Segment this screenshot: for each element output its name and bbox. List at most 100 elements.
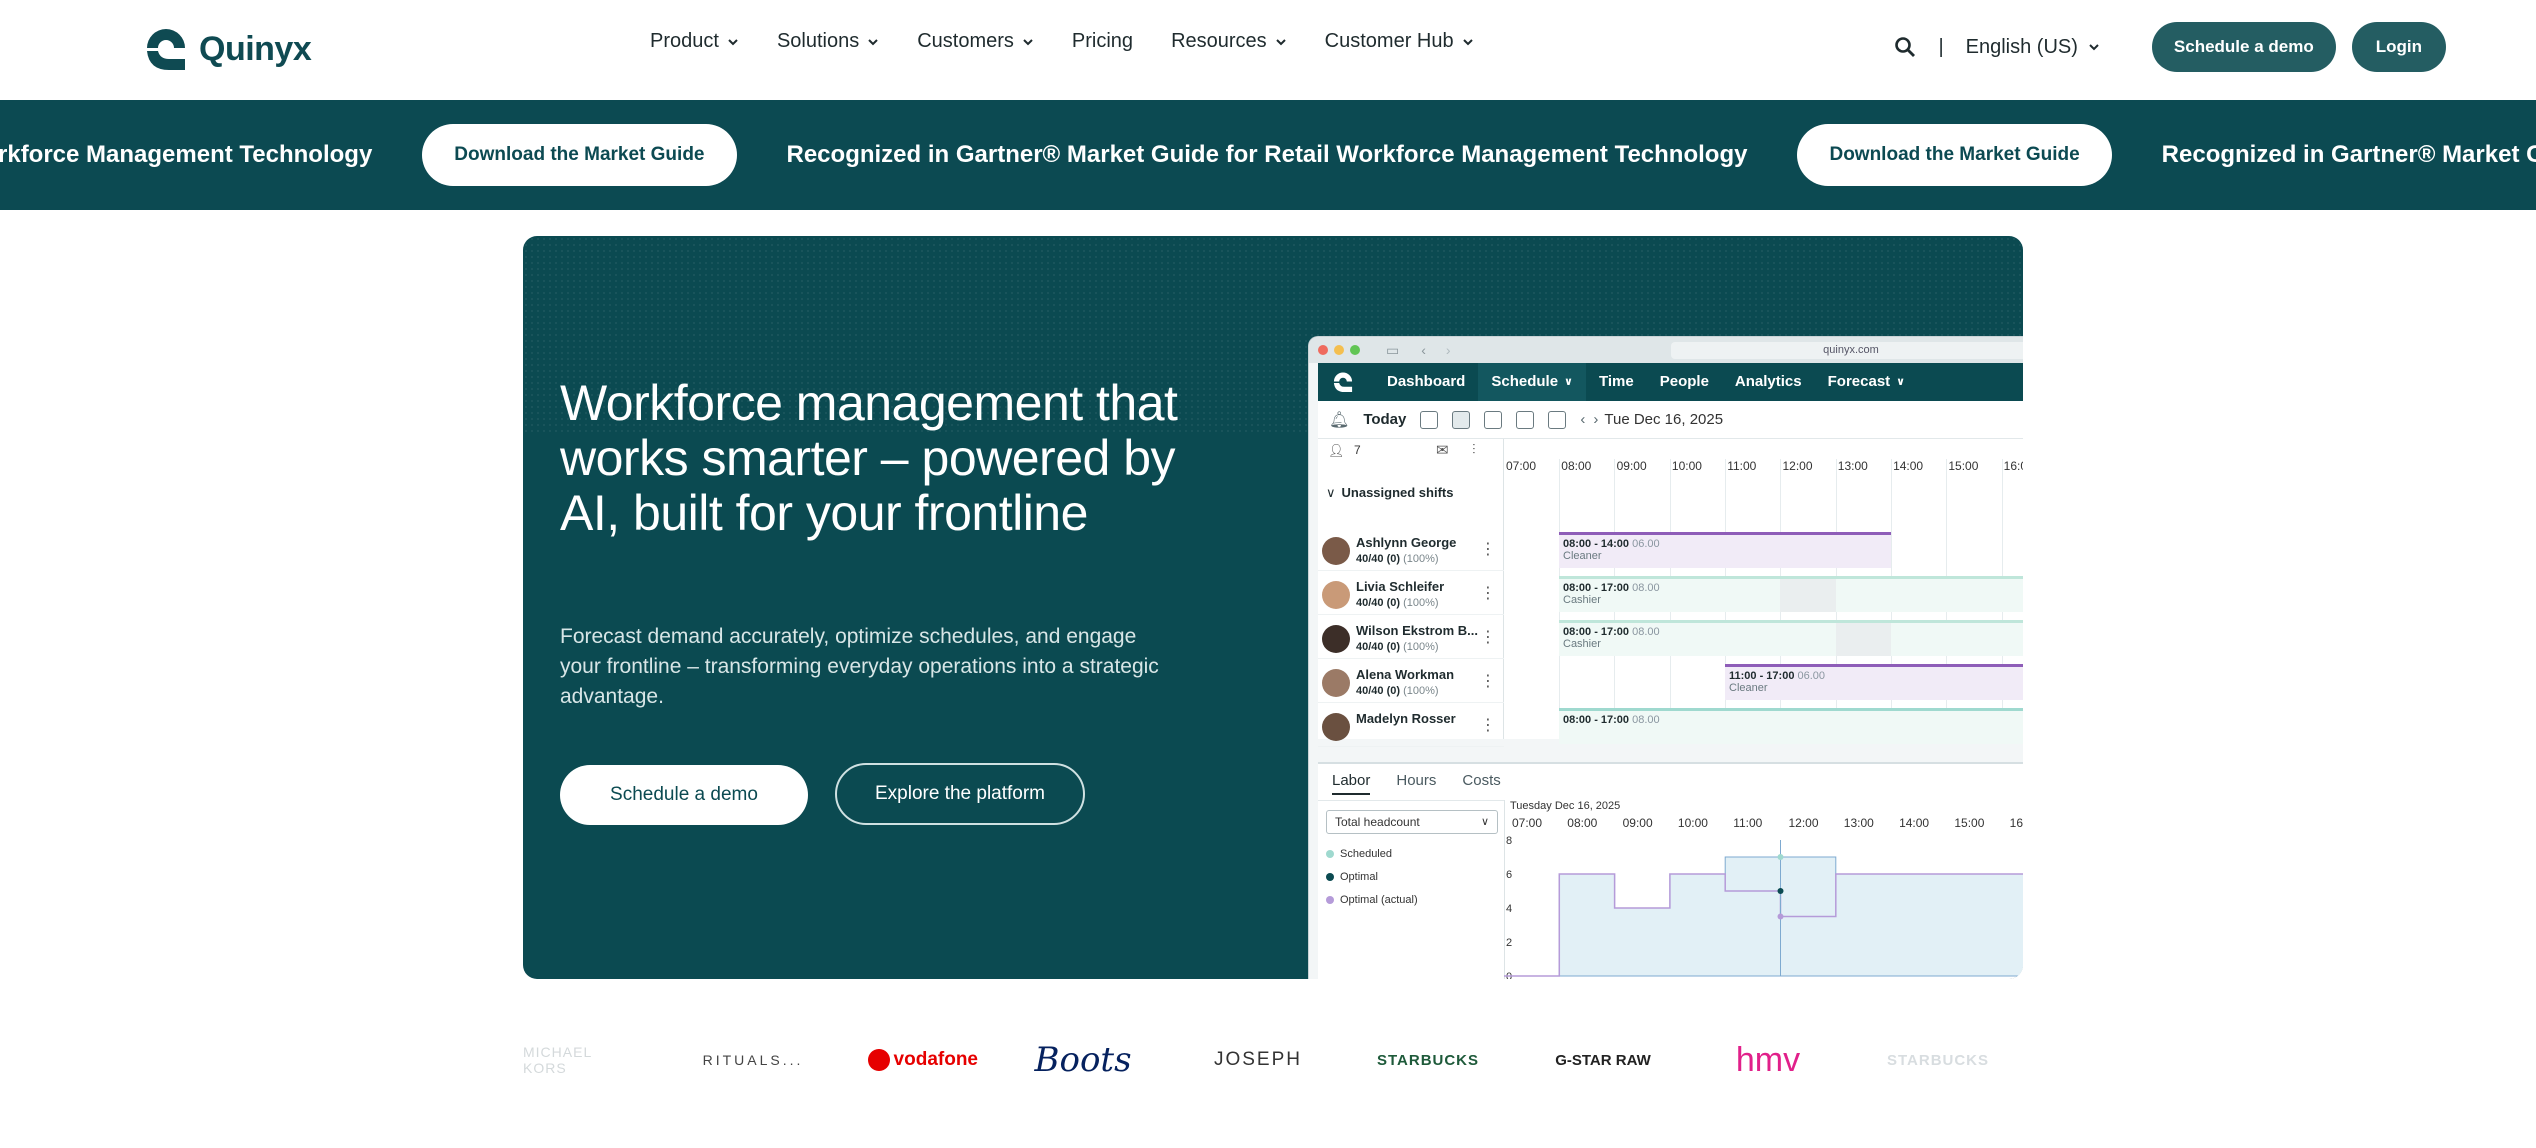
back-icon: ‹: [1421, 342, 1426, 358]
series-scheduled-area: [1504, 856, 2023, 977]
hour-label: 11:00: [1727, 459, 1757, 473]
schedule-grid: 👤︎ 7 ✉ ⫶ ∨ Unassigned shifts Ashlynn Geor…: [1318, 439, 2023, 747]
employee-hours-value: 40/40: [1356, 553, 1384, 565]
break-block: [1780, 579, 1836, 612]
hour-label: 13:00: [1837, 459, 1868, 473]
employee-hours-zero: (0): [1386, 553, 1401, 565]
brand-name: Quinyx: [199, 29, 312, 68]
shift-block: 08:00 - 14:00 06.00 Cleaner: [1559, 532, 1891, 568]
quinyx-logo-icon: [147, 29, 185, 70]
employee-name: Livia Schleifer: [1356, 579, 1445, 594]
search-icon[interactable]: [1894, 36, 1916, 58]
hour-label: 16:0: [2009, 816, 2023, 830]
employee-name: Wilson Ekstrom B...: [1356, 623, 1478, 638]
nav-label: Solutions: [776, 30, 860, 52]
select-value: Total headcount: [1335, 815, 1420, 829]
chart-hour-header: 07:00 08:00 09:00 10:00 11:00 12:00 13:0…: [1510, 816, 2023, 830]
current-date: Tue Dec 16, 2025: [1604, 411, 1724, 428]
shift-range: 08:00 - 14:00: [1563, 538, 1630, 550]
employee-hours-zero: (0): [1386, 641, 1401, 653]
quinyx-logo[interactable]: Quinyx: [143, 26, 312, 72]
chevron-down-icon: [728, 38, 738, 45]
break-block: [1836, 623, 1891, 656]
hour-label: 11:00: [1733, 816, 1763, 830]
logo-g-star-raw: G-STAR RAW: [1555, 1051, 1651, 1069]
app-tab-forecast: Forecast ∨: [1815, 363, 1918, 401]
download-market-guide-button[interactable]: Download the Market Guide: [1797, 124, 2112, 186]
tab-costs: Costs: [1462, 772, 1501, 789]
y-tick-label: 8: [1506, 835, 1512, 847]
shift-block: 08:00 - 17:00 08.00: [1559, 708, 2023, 744]
hour-label: 09:00: [1622, 816, 1653, 830]
logo-starbucks-faded: STARBUCKS: [1886, 1051, 1990, 1069]
download-market-guide-button[interactable]: Download the Market Guide: [422, 124, 737, 186]
tab-hours: Hours: [1396, 772, 1437, 789]
unassigned-label: Unassigned shifts: [1341, 485, 1454, 500]
view-period-icon: [1484, 410, 1503, 429]
tab-labor: Labor: [1332, 772, 1371, 795]
hour-label: 14:00: [1899, 816, 1930, 830]
employee-hours-value: 40/40: [1356, 597, 1384, 609]
view-day-icon: [1420, 410, 1439, 429]
explore-platform-cta[interactable]: Explore the platform: [835, 763, 1085, 825]
legend-label: Optimal (actual): [1340, 894, 1418, 906]
shift-duration: 08.00: [1632, 626, 1660, 638]
today-button: Today: [1363, 411, 1407, 428]
hover-point: [1777, 854, 1784, 860]
legend-item: Optimal (actual): [1326, 894, 1418, 906]
hour-label: 14:00: [1893, 459, 1924, 473]
announcement-banner: rkforce Management Technology Download t…: [0, 100, 2536, 210]
customer-logos: MICHAEL KORS RITUALS... vodafone Boots J…: [523, 1030, 2023, 1090]
labor-panel: Labor Hours Costs Total headcount ∨ Sched…: [1318, 762, 2023, 979]
logo-vodafone: vodafone: [868, 1030, 978, 1090]
legend-swatch: [1326, 896, 1334, 904]
chevron-down-icon: [1462, 38, 1473, 45]
hour-label: 15:00: [1948, 459, 1979, 473]
view-month-icon: [1516, 410, 1535, 429]
app-screenshot: ▭ ‹ › quinyx.com Dashboard Schedule ∨ Tim…: [1308, 336, 2023, 979]
schedule-demo-button[interactable]: Schedule a demo: [2151, 22, 2336, 72]
language-selector[interactable]: English (US): [1966, 36, 2100, 59]
filter-icon: ⫶: [1472, 441, 1476, 457]
shift-duration: 08.00: [1632, 582, 1660, 594]
more-icon: ⋮: [1480, 585, 1496, 602]
logo-rituals: RITUALS...: [702, 1052, 804, 1068]
nav-label: Pricing: [1071, 30, 1134, 52]
nav-item-customers[interactable]: Customers: [917, 30, 1034, 53]
login-button[interactable]: Login: [2351, 22, 2446, 72]
more-icon: ⋮: [1480, 629, 1496, 646]
site-header: Quinyx Product Solutions Customers Prici…: [0, 0, 2536, 100]
shift-range: 08:00 - 17:00: [1563, 626, 1630, 638]
chevron-down-icon: ∨: [1480, 816, 1489, 828]
schedule-demo-cta[interactable]: Schedule a demo: [560, 765, 808, 825]
nav-item-customer-hub[interactable]: Customer Hub: [1325, 30, 1474, 53]
employee-hours-value: 40/40: [1356, 641, 1384, 653]
avatar: [1322, 713, 1350, 741]
shift-role: Cleaner: [1729, 682, 1768, 694]
employee-hours: 40/40 (0) (100%): [1356, 685, 1439, 697]
logo-text: vodafone: [893, 1049, 978, 1070]
nav-item-solutions[interactable]: Solutions: [777, 30, 879, 53]
nav-item-resources[interactable]: Resources: [1171, 30, 1287, 53]
bell-icon: 🔔︎: [1329, 411, 1350, 429]
legend-swatch: [1326, 850, 1334, 858]
close-dot: [1318, 345, 1328, 355]
hour-label: 15:00: [1954, 816, 1985, 830]
hour-label: 12:00: [1788, 816, 1819, 830]
avatar: [1322, 625, 1350, 653]
nav-label: Customer Hub: [1324, 30, 1454, 52]
shift-time: 08:00 - 17:00 08.00: [1563, 714, 2020, 726]
nav-item-pricing[interactable]: Pricing: [1072, 30, 1133, 53]
employee-hours: 40/40 (0) (100%): [1356, 597, 1439, 609]
nav-item-product[interactable]: Product: [650, 30, 739, 53]
nav-label: Resources: [1171, 30, 1267, 52]
divider: [1318, 800, 1504, 801]
avatar: [1322, 581, 1350, 609]
employee-hours-pct: (100%): [1403, 553, 1439, 565]
hero-subtitle: Forecast demand accurately, optimize sch…: [560, 625, 1159, 708]
employee-column: 👤︎ 7 ✉ ⫶ ∨ Unassigned shifts Ashlynn Geor…: [1318, 439, 1504, 747]
employee-row: Ashlynn George 40/40 (0) (100%) ⋮: [1318, 527, 1504, 571]
maximize-dot: [1350, 345, 1360, 355]
logo-joseph: JOSEPH: [1213, 1049, 1303, 1070]
more-icon: ⋮: [1480, 717, 1496, 734]
